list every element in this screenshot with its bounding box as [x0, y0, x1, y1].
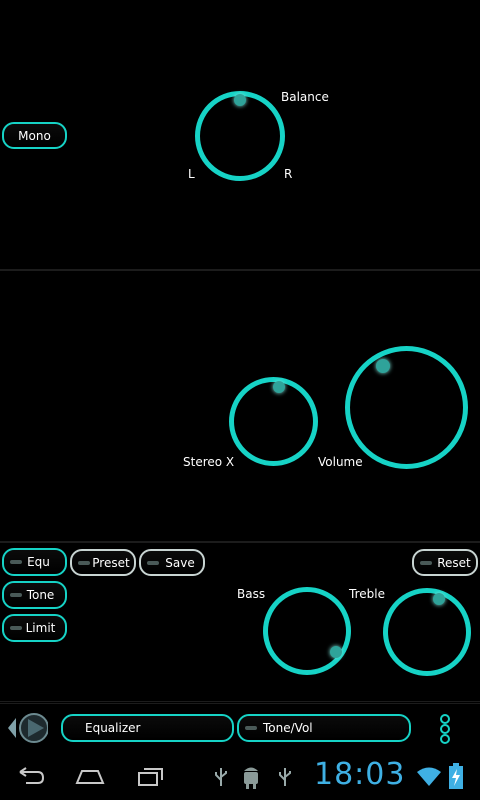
back-icon[interactable] [16, 766, 46, 786]
treble-label: Treble [349, 587, 385, 601]
treble-knob[interactable] [383, 588, 471, 676]
bass-label: Bass [237, 587, 266, 601]
bass-knob-indicator [330, 646, 342, 658]
preset-led-icon [78, 560, 90, 565]
tone-panel: Equ Tone Limit Preset Save Reset Bass Tr… [0, 542, 480, 702]
tone-label: Tone [26, 588, 55, 602]
balance-panel: Mono Balance L R [0, 0, 480, 270]
reset-led-icon [420, 560, 432, 565]
mono-button[interactable]: Mono [2, 122, 67, 149]
limit-label: Limit [25, 621, 56, 635]
equalizer-tab[interactable]: Equalizer [61, 714, 234, 742]
left-label: L [188, 167, 195, 181]
save-button[interactable]: Save [139, 549, 205, 576]
tonevol-tab[interactable]: Tone/Vol [237, 714, 411, 742]
tonevol-led-icon [245, 726, 257, 730]
reset-label: Reset [437, 555, 471, 570]
play-arrow-icon[interactable] [4, 712, 48, 744]
home-icon[interactable] [74, 766, 106, 786]
volume-label: Volume [318, 455, 363, 469]
usb-icon-2 [279, 768, 291, 786]
menu-dots-icon[interactable] [438, 714, 452, 744]
volume-knob[interactable] [345, 346, 468, 469]
clock: 18:03 [314, 757, 406, 792]
tonevol-tab-label: Tone/Vol [263, 721, 313, 735]
system-bar: 18:03 [0, 752, 480, 800]
save-label: Save [165, 555, 195, 570]
bass-knob[interactable] [263, 587, 351, 675]
volume-knob-indicator [376, 359, 390, 373]
equalizer-tab-label: Equalizer [85, 721, 141, 735]
tone-toggle[interactable]: Tone [2, 581, 67, 609]
mode-bar: Equalizer Tone/Vol [0, 703, 480, 751]
volume-panel: Stereo X Volume [0, 270, 480, 542]
equ-toggle[interactable]: Equ [2, 548, 67, 576]
equ-label: Equ [27, 555, 50, 569]
tone-led-icon [10, 593, 22, 597]
right-label: R [284, 167, 293, 181]
android-debug-icon [244, 767, 258, 789]
preset-button[interactable]: Preset [70, 549, 136, 576]
balance-label: Balance [281, 90, 329, 104]
stereox-knob-indicator [273, 381, 285, 393]
reset-button[interactable]: Reset [412, 549, 478, 576]
limit-led-icon [10, 626, 22, 630]
wifi-icon [417, 767, 441, 786]
equ-led-icon [10, 560, 22, 564]
usb-icon [215, 768, 227, 786]
battery-charging-icon [449, 763, 463, 789]
save-led-icon [147, 560, 159, 565]
treble-knob-indicator [433, 593, 445, 605]
limit-toggle[interactable]: Limit [2, 614, 67, 642]
recent-apps-icon[interactable] [136, 766, 166, 788]
stereox-label: Stereo X [183, 455, 235, 469]
balance-knob-indicator [234, 94, 246, 106]
preset-label: Preset [92, 555, 130, 570]
mono-label: Mono [18, 128, 51, 143]
